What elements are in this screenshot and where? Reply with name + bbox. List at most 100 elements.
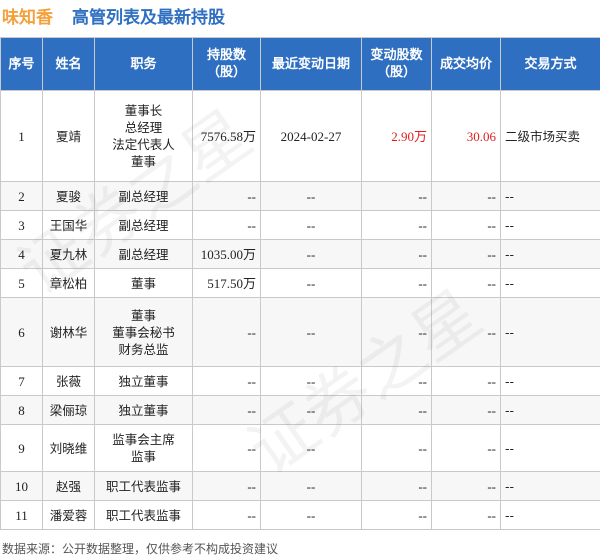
col-header-date: 最近变动日期 [260,37,362,91]
cell-name: 章松柏 [42,268,95,298]
cell-shares: -- [192,210,261,240]
cell-role: 副总经理 [94,210,193,240]
cell-name: 潘爱蓉 [42,500,95,530]
table-row: 2 夏骏 副总经理 -- -- -- -- -- [0,181,600,211]
cell-no: 7 [0,366,43,396]
cell-role: 董事 董事会秘书 财务总监 [94,297,193,367]
cell-role: 独立董事 [94,366,193,396]
cell-method: -- [500,395,600,425]
cell-name: 夏九林 [42,239,95,269]
cell-method: -- [500,239,600,269]
role-line: 职工代表监事 [105,478,181,494]
role-line: 财务总监 [118,341,169,357]
table-row: 4 夏九林 副总经理 1035.00万 -- -- -- -- [0,239,600,269]
cell-no: 2 [0,181,43,211]
cell-no: 6 [0,297,43,367]
cell-shares: -- [192,424,261,472]
cell-price: 30.06 [431,90,501,182]
cell-no: 11 [0,500,43,530]
page-header: 味知香 高管列表及最新持股 [0,0,600,34]
cell-shares: -- [192,471,261,501]
cell-method: -- [500,366,600,396]
cell-change: -- [361,471,432,501]
executive-table: 序号 姓名 职务 持股数（股） 最近变动日期 变动股数（股） 成交均价 交易方式… [0,37,600,530]
table-header-row: 序号 姓名 职务 持股数（股） 最近变动日期 变动股数（股） 成交均价 交易方式 [0,37,600,91]
cell-method: -- [500,268,600,298]
cell-method: -- [500,181,600,211]
cell-no: 9 [0,424,43,472]
cell-shares: 1035.00万 [192,239,261,269]
page-title: 高管列表及最新持股 [72,8,225,28]
cell-date: -- [260,366,362,396]
cell-method: 二级市场买卖 [500,90,600,182]
data-source-note: 数据来源：公开数据整理，仅供参考不构成投资建议 [2,542,279,556]
cell-change: -- [361,424,432,472]
cell-date: -- [260,471,362,501]
cell-name: 梁俪琼 [42,395,95,425]
cell-change: -- [361,210,432,240]
cell-change: -- [361,500,432,530]
col-header-name: 姓名 [42,37,95,91]
role-line: 职工代表监事 [105,507,181,523]
cell-shares: -- [192,500,261,530]
cell-price: -- [431,500,501,530]
cell-no: 5 [0,268,43,298]
cell-shares: -- [192,297,261,367]
col-header-shares: 持股数（股） [192,37,261,91]
col-header-no: 序号 [0,37,43,91]
cell-method: -- [500,424,600,472]
cell-role: 职工代表监事 [94,471,193,501]
cell-date: -- [260,424,362,472]
cell-name: 王国华 [42,210,95,240]
cell-shares: -- [192,395,261,425]
table-row: 1 夏靖 董事长 总经理 法定代表人 董事 7576.58万 2024-02-2… [0,90,600,182]
role-line: 总经理 [124,120,163,135]
role-line: 董事 [130,154,156,169]
cell-price: -- [431,181,501,211]
cell-role: 职工代表监事 [94,500,193,530]
cell-date: -- [260,395,362,425]
cell-no: 1 [0,90,43,182]
cell-role: 独立董事 [94,395,193,425]
cell-date: -- [260,500,362,530]
cell-date: 2024-02-27 [260,90,362,182]
cell-change: -- [361,366,432,396]
role-line: 法定代表人 [112,137,175,152]
role-line: 董事会秘书 [112,324,175,340]
role-line: 副总经理 [118,217,169,233]
role-line: 监事会主席 [112,432,175,447]
cell-date: -- [260,210,362,240]
cell-date: -- [260,239,362,269]
cell-method: -- [500,297,600,367]
cell-role: 董事长 总经理 法定代表人 董事 [94,90,193,182]
table-row: 5 章松柏 董事 517.50万 -- -- -- -- [0,268,600,298]
cell-shares: -- [192,181,261,211]
cell-price: -- [431,297,501,367]
cell-price: -- [431,210,501,240]
cell-no: 3 [0,210,43,240]
cell-name: 刘晓维 [42,424,95,472]
cell-shares: 517.50万 [192,268,261,298]
cell-change: -- [361,297,432,367]
cell-name: 赵强 [42,471,95,501]
table-row: 7 张薇 独立董事 -- -- -- -- -- [0,366,600,396]
cell-method: -- [500,500,600,530]
table-row: 3 王国华 副总经理 -- -- -- -- -- [0,210,600,240]
cell-name: 夏靖 [42,90,95,182]
cell-method: -- [500,471,600,501]
cell-name: 谢林华 [42,297,95,367]
cell-shares: -- [192,366,261,396]
cell-change: -- [361,181,432,211]
cell-date: -- [260,297,362,367]
table-row: 6 谢林华 董事 董事会秘书 财务总监 -- -- -- -- -- [0,297,600,367]
cell-change: -- [361,268,432,298]
cell-price: -- [431,366,501,396]
cell-role: 监事会主席 监事 [94,424,193,472]
cell-change: 2.90万 [361,90,432,182]
cell-no: 4 [0,239,43,269]
table-row: 8 梁俪琼 独立董事 -- -- -- -- -- [0,395,600,425]
col-header-price: 成交均价 [431,37,501,91]
table-row: 10 赵强 职工代表监事 -- -- -- -- -- [0,471,600,501]
company-name: 味知香 [2,8,53,28]
cell-no: 8 [0,395,43,425]
